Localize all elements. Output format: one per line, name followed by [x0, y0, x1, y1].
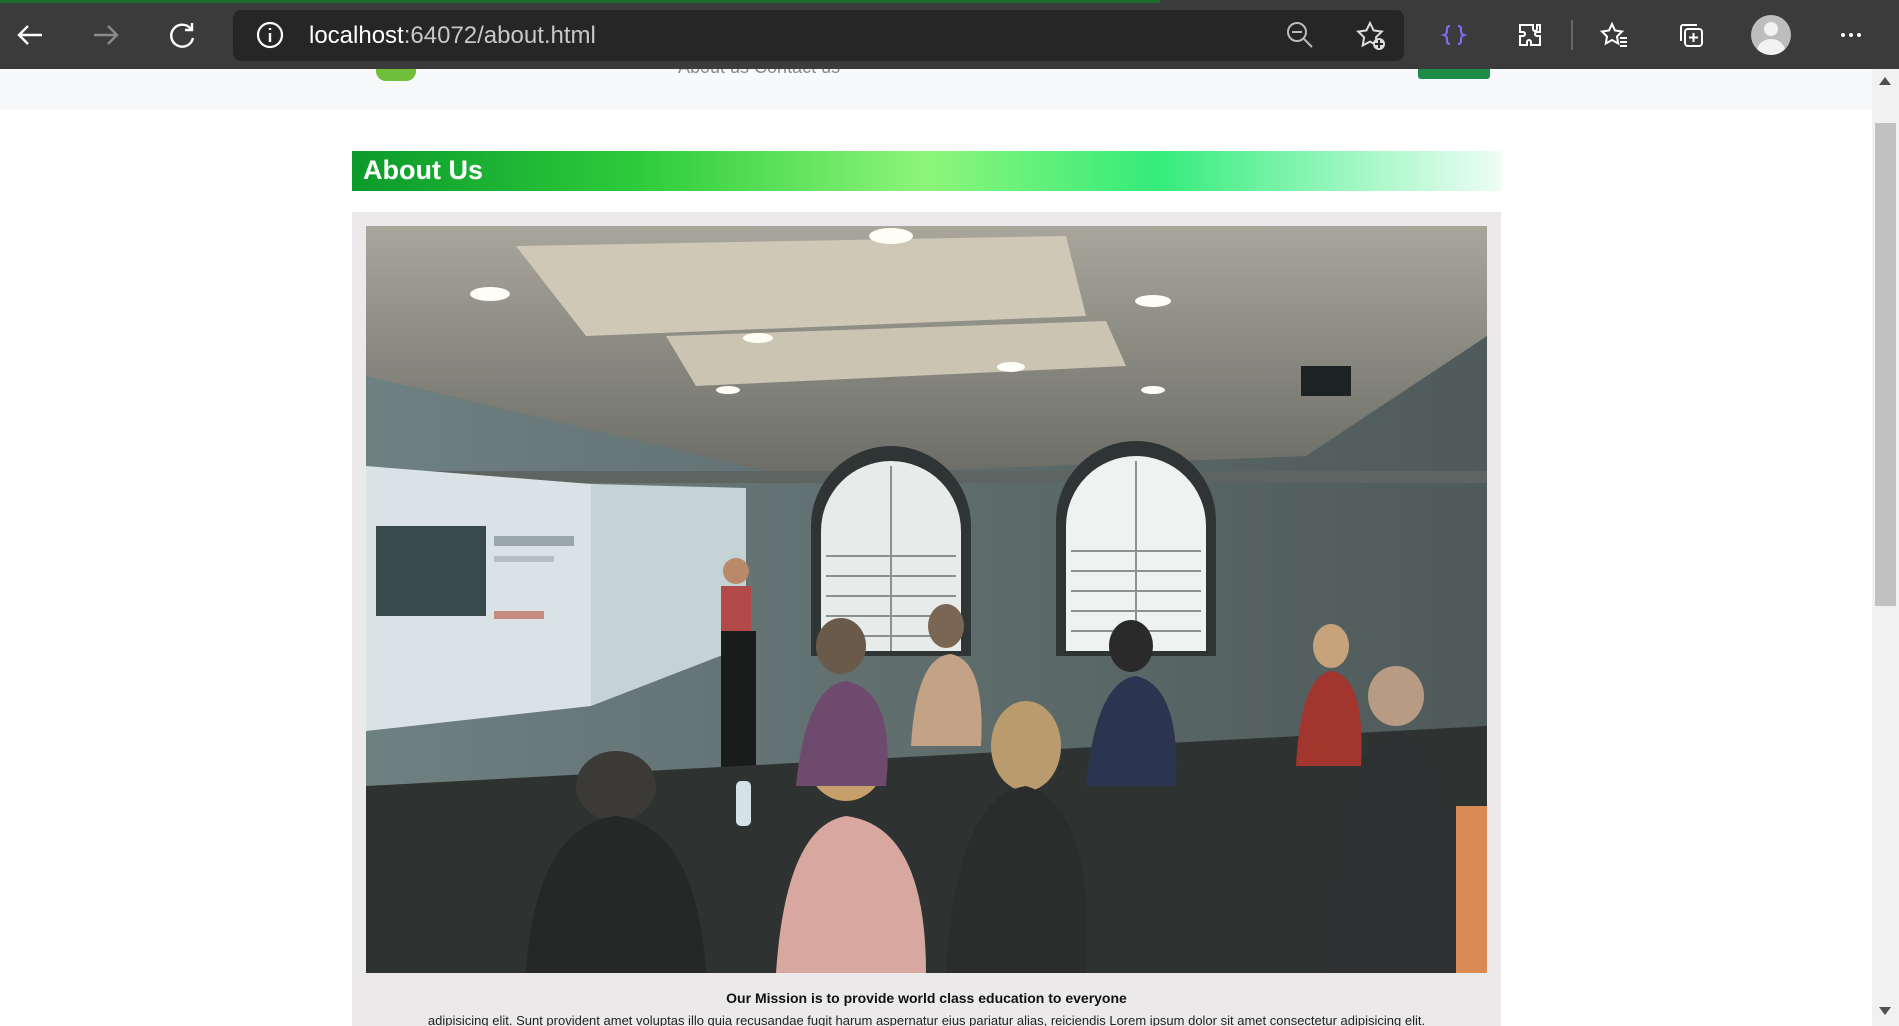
devtools-extension-button[interactable]: [1433, 14, 1475, 56]
devtools-extension-icon: [1440, 24, 1468, 46]
nav-action-button[interactable]: [1418, 69, 1490, 79]
favorites-button[interactable]: [1593, 14, 1635, 56]
mission-text: adipisicing elit. Sunt provident amet vo…: [427, 1013, 1426, 1026]
forward-button[interactable]: [85, 14, 127, 56]
more-icon: [1841, 33, 1861, 37]
address-bar[interactable]: localhost:64072/about.html: [233, 10, 1404, 61]
scroll-up-arrow-icon[interactable]: [1879, 77, 1891, 85]
add-favorite-icon[interactable]: [1355, 20, 1387, 52]
forward-icon: [94, 25, 119, 45]
scroll-down-arrow-icon[interactable]: [1879, 1007, 1891, 1015]
more-button[interactable]: [1830, 14, 1872, 56]
url-host: localhost: [309, 22, 404, 49]
extensions-icon: [1519, 24, 1541, 46]
collections-icon: [1680, 24, 1703, 47]
page-scrollbar[interactable]: [1872, 69, 1899, 1026]
favorites-icon: [1599, 21, 1627, 47]
collections-button[interactable]: [1670, 14, 1712, 56]
avatar-body-shape: [1757, 39, 1785, 55]
classroom-photo: [366, 226, 1487, 973]
browser-toolbar: localhost:64072/about.html: [0, 0, 1899, 69]
profile-avatar[interactable]: [1751, 15, 1791, 55]
scroll-thumb[interactable]: [1875, 123, 1896, 606]
back-button[interactable]: [9, 14, 51, 56]
about-card: Our Mission is to provide world class ed…: [352, 212, 1501, 1026]
refresh-button[interactable]: [161, 14, 203, 56]
site-navbar: About us Contact us: [0, 69, 1872, 110]
toolbar-divider: [1571, 20, 1573, 50]
info-icon[interactable]: [255, 20, 285, 50]
extensions-button[interactable]: [1509, 14, 1551, 56]
page-title: About Us: [363, 155, 483, 185]
page-viewport: About us Contact us About Us: [0, 69, 1872, 1026]
url-path: :64072/about.html: [403, 22, 596, 49]
site-logo[interactable]: [376, 69, 416, 81]
url-text[interactable]: localhost:64072/about.html: [309, 22, 596, 50]
classroom-photo-illustration: [366, 226, 1487, 973]
about-heading-banner: About Us: [352, 151, 1501, 191]
refresh-icon: [170, 23, 195, 48]
nav-links[interactable]: About us Contact us: [678, 69, 840, 78]
avatar-head-shape: [1764, 22, 1778, 36]
mission-title: Our Mission is to provide world class ed…: [726, 990, 1127, 1006]
page-load-progress: [0, 0, 1160, 3]
zoom-out-icon[interactable]: [1285, 20, 1315, 50]
back-icon: [17, 25, 42, 45]
